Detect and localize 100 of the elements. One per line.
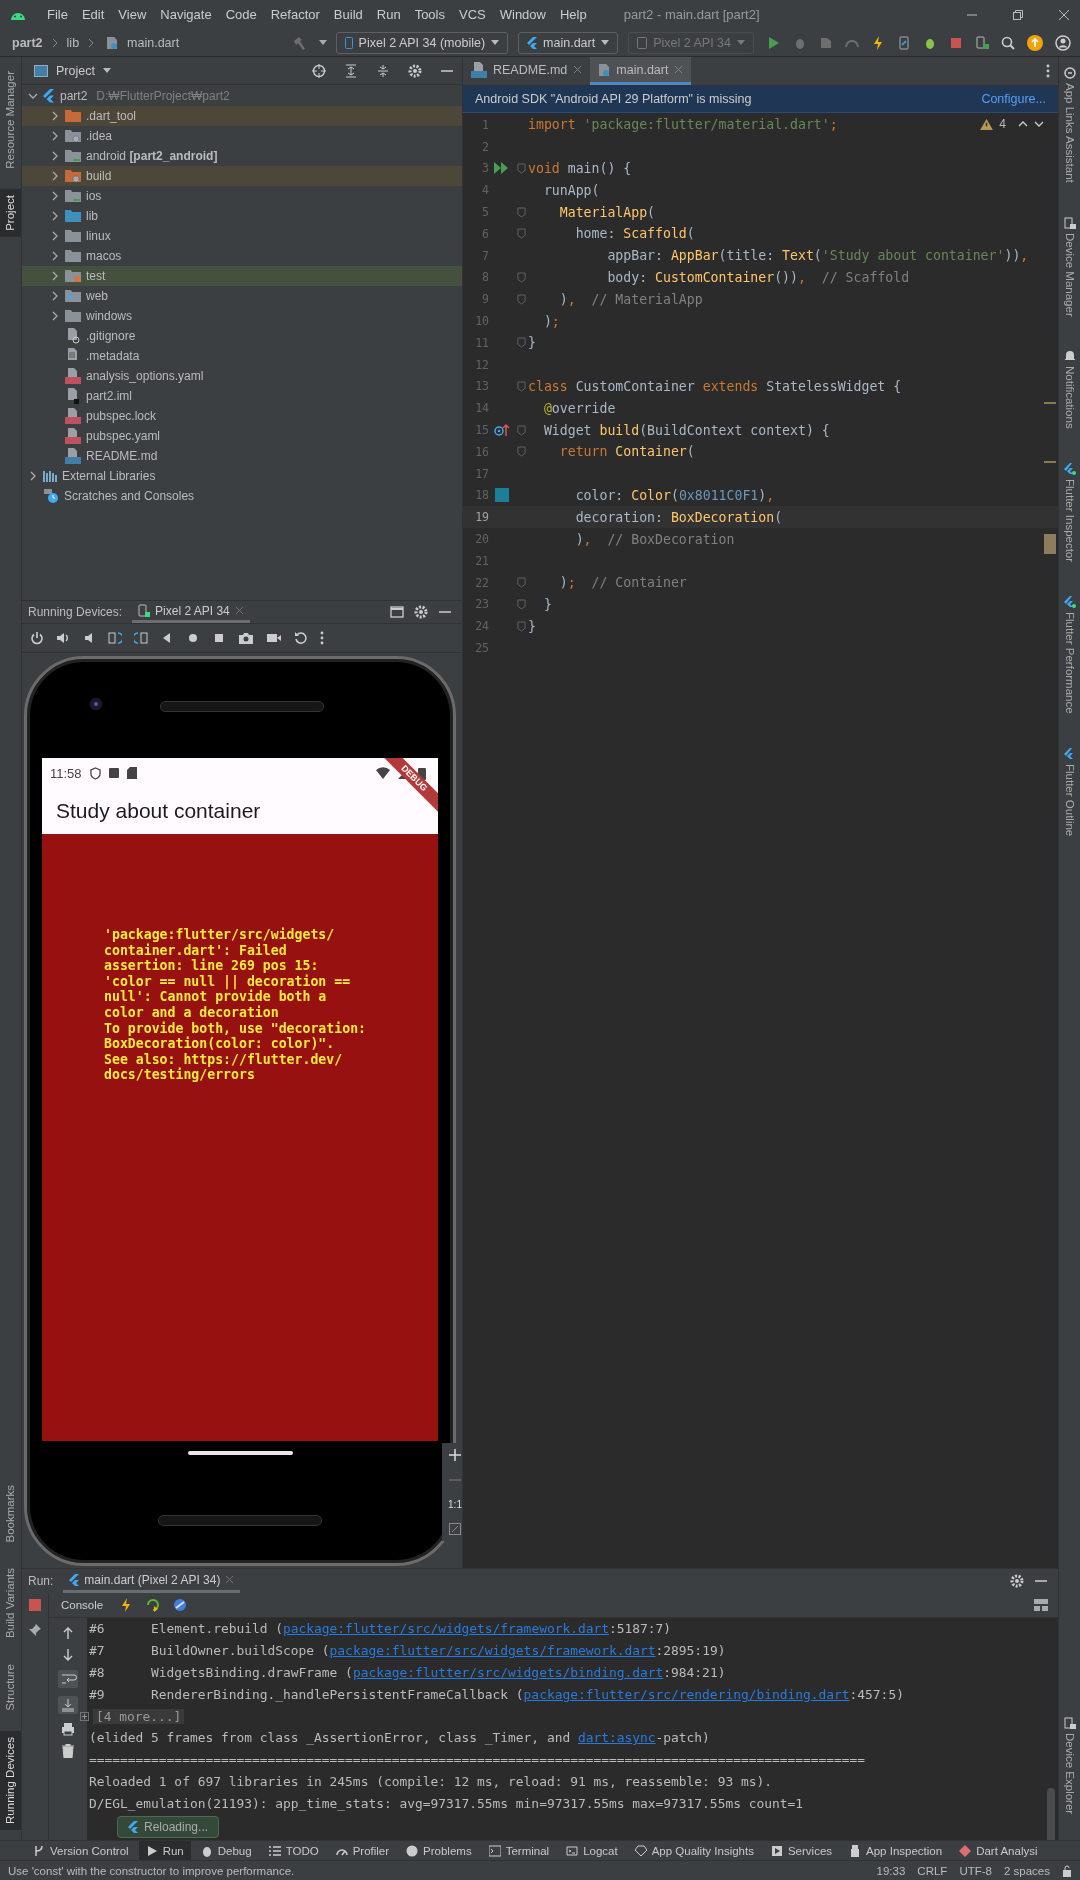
chevron-icon[interactable]	[50, 131, 60, 141]
tool-window-button[interactable]: Version Control	[26, 1841, 136, 1860]
menu-item[interactable]: Edit	[74, 7, 112, 22]
settings-icon[interactable]	[414, 605, 428, 619]
editor-tab[interactable]: main.dart	[590, 57, 692, 85]
device-sync-icon[interactable]	[897, 35, 911, 50]
tree-item[interactable]: analysis_options.yaml	[22, 366, 462, 386]
stop-icon[interactable]	[949, 35, 963, 50]
tool-window-tab[interactable]: Structure	[0, 1658, 21, 1718]
tree-item[interactable]: android [part2_android]	[22, 146, 462, 166]
breadcrumb[interactable]: main.dart	[127, 35, 180, 50]
pin-icon[interactable]	[28, 1623, 42, 1637]
tree-item[interactable]: macos	[22, 246, 462, 266]
panel-title[interactable]: Project	[56, 63, 95, 78]
settings-icon[interactable]	[1010, 1574, 1024, 1588]
volume-up-icon[interactable]	[56, 631, 70, 645]
chevron-up-icon[interactable]	[1018, 121, 1028, 127]
chevron-icon[interactable]	[50, 231, 60, 241]
tool-window-tab[interactable]: Build Variants	[0, 1562, 21, 1645]
trash-icon[interactable]	[62, 1744, 74, 1758]
tree-item[interactable]: .idea	[22, 126, 462, 146]
tool-window-tab[interactable]: Running Devices	[0, 1731, 21, 1830]
menu-item[interactable]: Window	[492, 7, 553, 22]
more-icon[interactable]	[1046, 64, 1050, 78]
tool-window-tab[interactable]: Flutter Performance	[1059, 592, 1080, 718]
console-link[interactable]: dart:async	[577, 1730, 656, 1746]
restart-icon[interactable]	[145, 1598, 162, 1612]
tree-item[interactable]: part2.iml	[22, 386, 462, 406]
chevron-icon[interactable]	[50, 171, 60, 181]
lock-icon[interactable]	[1062, 1864, 1072, 1877]
tree-item[interactable]: pubspec.lock	[22, 406, 462, 426]
tool-window-tab[interactable]: Flutter Outline	[1059, 743, 1080, 841]
status-item[interactable]: CRLF	[917, 1864, 948, 1877]
tool-window-tab[interactable]: Bookmarks	[0, 1478, 21, 1549]
run-tab[interactable]: main.dart (Pixel 2 API 34)	[63, 1569, 241, 1593]
breadcrumb[interactable]: part2	[12, 35, 43, 50]
devtools-icon[interactable]	[173, 1598, 188, 1612]
console-link[interactable]: package:flutter/src/rendering/binding.dart	[523, 1686, 850, 1702]
video-camera-icon[interactable]	[266, 631, 282, 645]
console-link[interactable]: package:flutter/src/widgets/binding.dart	[352, 1665, 664, 1680]
chevron-icon[interactable]	[50, 251, 60, 261]
console-tab[interactable]: Console	[57, 1599, 108, 1611]
arrow-down-icon[interactable]	[62, 1648, 74, 1662]
chevron-icon[interactable]	[50, 191, 60, 201]
chevron-icon[interactable]	[28, 471, 38, 481]
print-icon[interactable]	[61, 1722, 75, 1736]
tree-item[interactable]: web	[22, 286, 462, 306]
tool-window-button[interactable]: Logcat	[559, 1841, 625, 1860]
console-link[interactable]: package:flutter/src/widgets/framework.dart	[283, 1621, 609, 1637]
tool-window-tab[interactable]: Notifications	[1059, 346, 1080, 434]
status-item[interactable]: 19:33	[876, 1864, 906, 1877]
zoom-in-icon[interactable]	[449, 1449, 461, 1461]
warning-count[interactable]: 4	[999, 117, 1006, 131]
caret-icon[interactable]	[318, 40, 327, 45]
tool-window-button[interactable]: App Inspection	[842, 1841, 950, 1860]
update-icon[interactable]	[1027, 34, 1043, 51]
scrollbar[interactable]	[1047, 1788, 1055, 1840]
run-icon[interactable]	[767, 35, 781, 50]
menu-item[interactable]: Refactor	[263, 7, 327, 22]
arrow-up-icon[interactable]	[62, 1626, 74, 1640]
tool-window-tab[interactable]: Device Manager	[1059, 212, 1080, 321]
menu-item[interactable]: VCS	[452, 7, 493, 22]
tool-window-button[interactable]: App Quality Insights	[627, 1841, 761, 1860]
expand-icon[interactable]	[80, 1711, 89, 1721]
fit-screen-icon[interactable]	[449, 1523, 461, 1535]
tree-item[interactable]: windows	[22, 306, 462, 326]
chevron-icon[interactable]	[28, 91, 38, 101]
actual-size-button[interactable]: 1:1	[448, 1499, 462, 1510]
tree-item[interactable]: part2 D:₩FlutterProject₩part2	[22, 86, 462, 106]
tree-item[interactable]: lib	[22, 206, 462, 226]
tree-item[interactable]: .metadata	[22, 346, 462, 366]
tool-window-button[interactable]: TODO	[261, 1841, 326, 1860]
device-dropdown[interactable]: Pixel 2 API 34 (mobile)	[335, 31, 509, 54]
editor-tab[interactable]: README.md	[463, 57, 591, 85]
chevron-icon[interactable]	[50, 151, 60, 161]
tool-window-tab[interactable]: Project	[0, 188, 21, 237]
menu-item[interactable]: File	[40, 7, 75, 22]
override-icon[interactable]	[494, 423, 510, 438]
tool-window-tab[interactable]: Device Explorer	[1059, 1712, 1080, 1818]
console-link[interactable]: package:flutter/src/widgets/framework.dart	[329, 1643, 656, 1659]
warning-icon[interactable]	[980, 118, 994, 130]
menu-item[interactable]: Tools	[407, 7, 452, 22]
rotate-left-icon[interactable]	[108, 631, 122, 645]
soft-wrap-icon[interactable]	[58, 1670, 78, 1688]
close-icon[interactable]	[573, 65, 583, 74]
tree-item[interactable]: External Libraries	[22, 466, 462, 486]
chevron-icon[interactable]	[50, 111, 60, 121]
tool-window-tab[interactable]: App Links Assistant	[1059, 63, 1080, 187]
overview-icon[interactable]	[212, 631, 226, 645]
camera-icon[interactable]	[238, 631, 254, 645]
device-manager-icon[interactable]	[975, 35, 989, 50]
more-icon[interactable]	[320, 631, 324, 645]
tool-window-tab[interactable]: Flutter Inspector	[1059, 459, 1080, 567]
menu-item[interactable]: Run	[369, 7, 408, 22]
tool-window-tab[interactable]: Resource Manager	[0, 65, 21, 175]
restore-icon[interactable]	[1012, 8, 1024, 21]
status-item[interactable]: UTF-8	[959, 1864, 992, 1877]
home-icon[interactable]	[186, 631, 200, 645]
run-config-dropdown[interactable]: main.dart	[518, 31, 619, 54]
chevron-down-icon[interactable]	[1034, 121, 1044, 127]
